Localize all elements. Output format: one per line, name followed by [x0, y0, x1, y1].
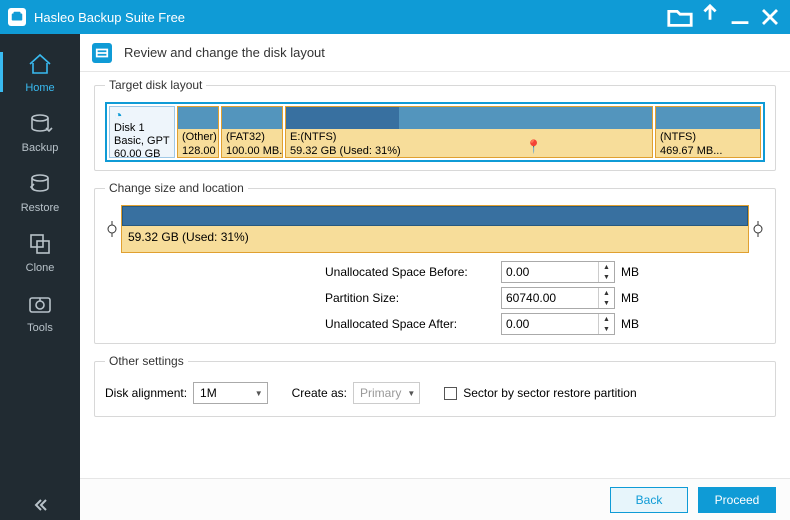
sidebar-item-clone[interactable]: Clone	[0, 222, 80, 282]
disk-layout-icon	[92, 43, 112, 63]
input-unalloc-before[interactable]: ▲▼	[501, 261, 615, 283]
minimize-icon[interactable]	[726, 5, 754, 29]
sidebar-item-label: Backup	[22, 142, 59, 154]
dropdown-disk-alignment[interactable]: 1M ▼	[193, 382, 268, 404]
restore-icon	[26, 170, 54, 198]
disk-name: Disk 1	[114, 122, 170, 135]
disk-size: 60.00 GB	[114, 148, 170, 158]
checkbox-sector-by-sector[interactable]: Sector by sector restore partition	[444, 386, 636, 400]
partition-size-field[interactable]	[502, 288, 598, 308]
group-legend: Change size and location	[105, 181, 248, 195]
group-target-disk-layout: Target disk layout ◔ Disk 1 Basic, GPT 6…	[94, 78, 776, 171]
input-partition-size[interactable]: ▲▼	[501, 287, 615, 309]
spin-up-icon[interactable]: ▲	[599, 288, 614, 298]
sidebar-item-label: Restore	[21, 202, 60, 214]
label-partition-size: Partition Size:	[325, 291, 495, 305]
spin-up-icon[interactable]: ▲	[599, 314, 614, 324]
sidebar-item-restore[interactable]: Restore	[0, 162, 80, 222]
spin-down-icon[interactable]: ▼	[599, 324, 614, 334]
resize-handle-left[interactable]	[105, 205, 119, 253]
page-header: Review and change the disk layout	[80, 34, 790, 72]
spin-down-icon[interactable]: ▼	[599, 298, 614, 308]
footer: Back Proceed	[80, 478, 790, 520]
sidebar-item-tools[interactable]: Tools	[0, 282, 80, 342]
chevron-down-icon: ▼	[255, 389, 263, 398]
clone-icon	[26, 230, 54, 258]
spin-down-icon[interactable]: ▼	[599, 272, 614, 282]
unalloc-before-field[interactable]	[502, 262, 598, 282]
main: Review and change the disk layout Target…	[80, 34, 790, 520]
checkbox-label: Sector by sector restore partition	[463, 386, 636, 400]
unalloc-after-field[interactable]	[502, 314, 598, 334]
sidebar-item-label: Clone	[26, 262, 55, 274]
proceed-button[interactable]: Proceed	[698, 487, 776, 513]
label-disk-alignment: Disk alignment:	[105, 386, 187, 400]
pin-icon[interactable]	[696, 5, 724, 29]
sidebar: Home Backup Restore Clone Tools	[0, 34, 80, 520]
app-icon	[8, 8, 26, 26]
dropdown-create-as: Primary ▼	[353, 382, 420, 404]
resize-text: 59.32 GB (Used: 31%)	[122, 226, 748, 248]
group-other-settings: Other settings Disk alignment: 1M ▼ Crea…	[94, 354, 776, 417]
sidebar-item-label: Tools	[27, 322, 53, 334]
disk-type: Basic, GPT	[114, 135, 170, 148]
group-change-size: Change size and location 59.32 GB (Used:…	[94, 181, 776, 344]
tools-icon	[26, 290, 54, 318]
sidebar-item-backup[interactable]: Backup	[0, 102, 80, 162]
disk-row: ◔ Disk 1 Basic, GPT 60.00 GB (Other) 128…	[105, 102, 765, 162]
resize-handle-right[interactable]	[751, 205, 765, 253]
group-legend: Other settings	[105, 354, 188, 368]
group-legend: Target disk layout	[105, 78, 206, 92]
label-unalloc-after: Unallocated Space After:	[325, 317, 495, 331]
label-unalloc-before: Unallocated Space Before:	[325, 265, 495, 279]
titlebar: Hasleo Backup Suite Free	[0, 0, 790, 34]
partition-block[interactable]: (NTFS) 469.67 MB...	[655, 106, 761, 158]
partition-block-selected[interactable]: E:(NTFS) 59.32 GB (Used: 31%) 📍	[285, 106, 653, 158]
sidebar-item-home[interactable]: Home	[0, 42, 80, 102]
sidebar-item-label: Home	[25, 82, 54, 94]
unit-label: MB	[621, 317, 645, 331]
checkbox-box	[444, 387, 457, 400]
partition-block[interactable]: (Other) 128.00 MB	[177, 106, 219, 158]
home-icon	[26, 50, 54, 78]
close-icon[interactable]	[756, 5, 784, 29]
partition-block[interactable]: (FAT32) 100.00 MB...	[221, 106, 283, 158]
app-title: Hasleo Backup Suite Free	[34, 10, 664, 25]
unit-label: MB	[621, 291, 645, 305]
open-icon[interactable]	[666, 5, 694, 29]
label-create-as: Create as:	[292, 386, 347, 400]
chevron-down-icon: ▼	[407, 389, 415, 398]
input-unalloc-after[interactable]: ▲▼	[501, 313, 615, 335]
unit-label: MB	[621, 265, 645, 279]
page-title: Review and change the disk layout	[124, 45, 325, 60]
back-button[interactable]: Back	[610, 487, 688, 513]
spin-up-icon[interactable]: ▲	[599, 262, 614, 272]
disk-icon: ◔	[114, 109, 170, 122]
resize-block[interactable]: 59.32 GB (Used: 31%)	[121, 205, 749, 253]
disk-header[interactable]: ◔ Disk 1 Basic, GPT 60.00 GB	[109, 106, 175, 158]
backup-icon	[26, 110, 54, 138]
sidebar-collapse-button[interactable]	[0, 490, 80, 520]
